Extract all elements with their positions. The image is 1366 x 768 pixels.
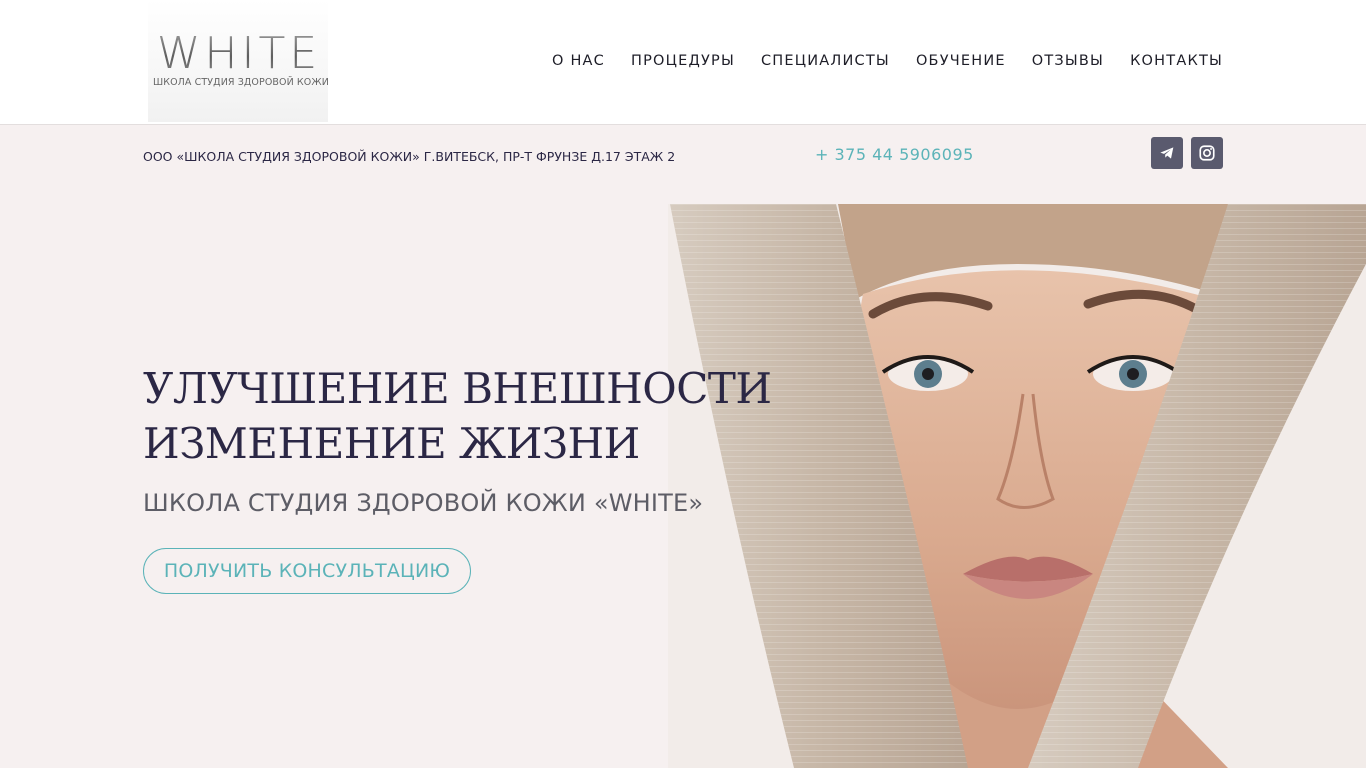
site-header: WHITE ШКОЛА СТУДИЯ ЗДОРОВОЙ КОЖИ О НАС П…	[0, 0, 1366, 125]
hero-title: УЛУЧШЕНИЕ ВНЕШНОСТИ ИЗМЕНЕНИЕ ЖИЗНИ	[143, 361, 772, 471]
nav-item-about[interactable]: О НАС	[552, 51, 605, 71]
main-nav: О НАС ПРОЦЕДУРЫ СПЕЦИАЛИСТЫ ОБУЧЕНИЕ ОТЗ…	[552, 51, 1223, 71]
nav-item-reviews[interactable]: ОТЗЫВЫ	[1032, 51, 1104, 71]
get-consultation-button[interactable]: ПОЛУЧИТЬ КОНСУЛЬТАЦИЮ	[143, 548, 471, 594]
logo-wordmark: WHITE	[154, 30, 324, 78]
nav-item-specialists[interactable]: СПЕЦИАЛИСТЫ	[761, 51, 890, 71]
telegram-icon	[1160, 147, 1174, 159]
instagram-icon	[1199, 145, 1215, 161]
hero-subtitle: ШКОЛА СТУДИЯ ЗДОРОВОЙ КОЖИ «WHITE»	[143, 489, 704, 517]
company-address: ООО «ШКОЛА СТУДИЯ ЗДОРОВОЙ КОЖИ» Г.ВИТЕБ…	[143, 149, 676, 164]
phone-link[interactable]: + 375 44 5906095	[815, 145, 974, 164]
hero-title-line-2: ИЗМЕНЕНИЕ ЖИЗНИ	[143, 419, 640, 468]
hero-title-line-1: УЛУЧШЕНИЕ ВНЕШНОСТИ	[143, 364, 772, 413]
logo-subtitle: ШКОЛА СТУДИЯ ЗДОРОВОЙ КОЖИ	[153, 77, 329, 88]
nav-item-procedures[interactable]: ПРОЦЕДУРЫ	[631, 51, 735, 71]
instagram-button[interactable]	[1191, 137, 1223, 169]
telegram-button[interactable]	[1151, 137, 1183, 169]
hero-image	[668, 204, 1366, 768]
logo[interactable]: WHITE ШКОЛА СТУДИЯ ЗДОРОВОЙ КОЖИ	[148, 0, 329, 122]
nav-item-contacts[interactable]: КОНТАКТЫ	[1130, 51, 1223, 71]
nav-item-training[interactable]: ОБУЧЕНИЕ	[916, 51, 1006, 71]
